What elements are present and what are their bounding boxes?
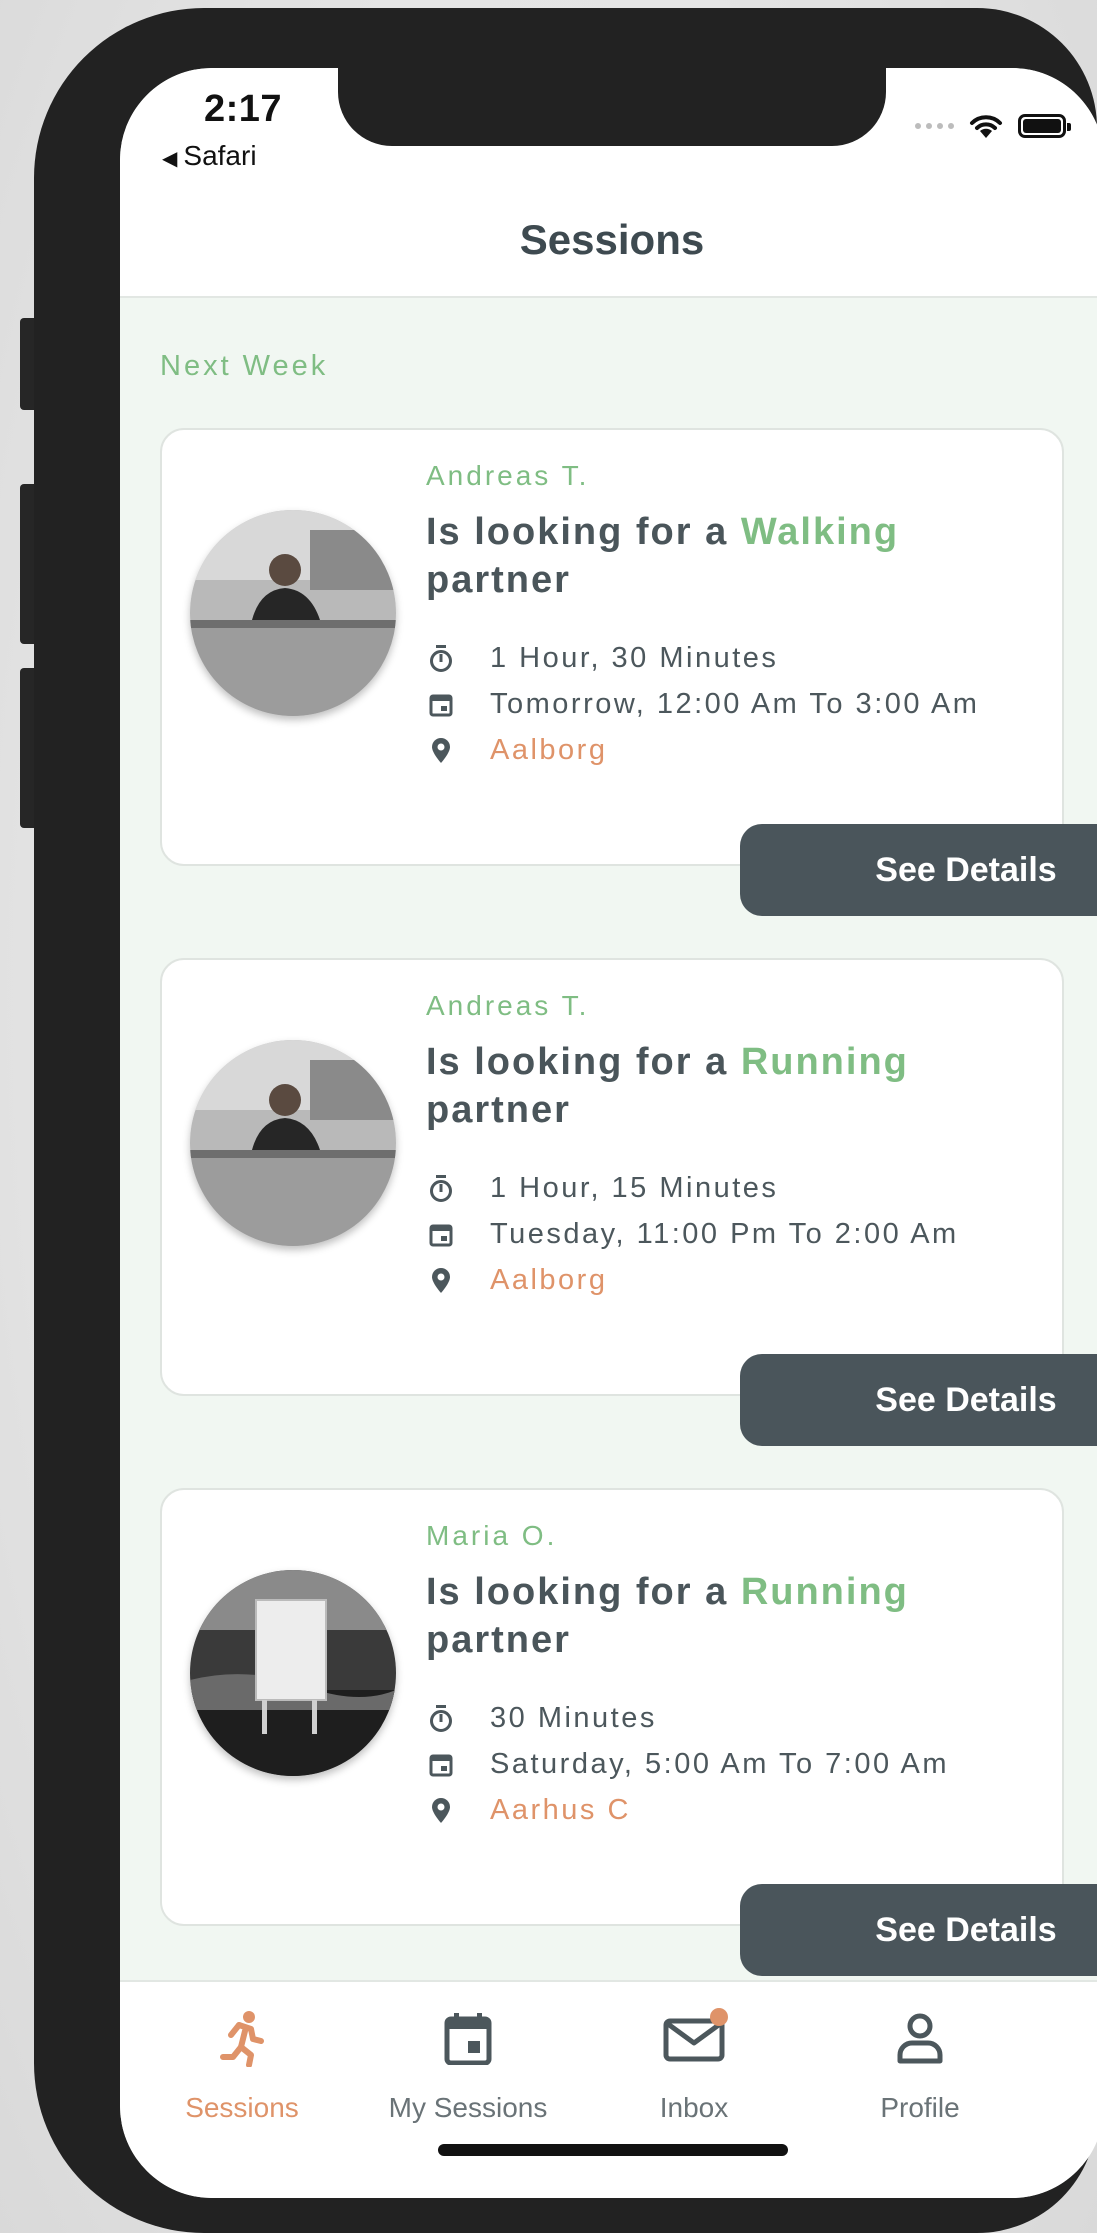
location-text: Aalborg xyxy=(490,734,608,766)
session-headline: Is looking for a Running partner xyxy=(426,1038,986,1134)
timer-icon xyxy=(426,1174,456,1204)
location-text: Aarhus C xyxy=(490,1794,631,1826)
tab-sessions[interactable]: Sessions xyxy=(142,2004,342,2124)
notification-badge xyxy=(710,2008,728,2026)
activity-type: Walking xyxy=(740,511,900,553)
status-time: 2:17 xyxy=(204,88,283,130)
tab-label: Inbox xyxy=(659,2092,729,2123)
tab-inbox[interactable]: Inbox xyxy=(594,2004,794,2124)
schedule-text: Tuesday, 11:00 Pm To 2:00 Am xyxy=(490,1218,959,1250)
tab-profile[interactable]: Profile xyxy=(820,2004,1020,2124)
headline-suffix: partner xyxy=(426,1619,571,1661)
schedule-text: Tomorrow, 12:00 Am To 3:00 Am xyxy=(490,688,980,720)
duration-text: 1 Hour, 15 Minutes xyxy=(490,1172,779,1204)
activity-type: Running xyxy=(740,1571,909,1613)
activity-type: Running xyxy=(740,1041,909,1083)
schedule-row: Tomorrow, 12:00 Am To 3:00 Am xyxy=(426,688,979,721)
tab-my-sessions[interactable]: My Sessions xyxy=(368,2004,568,2124)
location-text: Aalborg xyxy=(490,1264,608,1296)
session-headline: Is looking for a Walking partner xyxy=(426,508,986,604)
wifi-icon xyxy=(970,115,1002,138)
person-icon xyxy=(820,2004,1020,2074)
user-name: Andreas T. xyxy=(426,460,590,491)
signal-icon xyxy=(915,123,954,129)
back-to-safari[interactable]: ◀ Safari xyxy=(162,140,257,172)
headline-prefix: Is looking for a xyxy=(426,1571,729,1613)
user-name: Maria O. xyxy=(426,1520,558,1551)
duration-text: 1 Hour, 30 Minutes xyxy=(490,642,779,674)
schedule-row: Tuesday, 11:00 Pm To 2:00 Am xyxy=(426,1218,959,1251)
location-row: Aalborg xyxy=(426,734,607,767)
location-row: Aarhus C xyxy=(426,1794,631,1827)
calendar-icon xyxy=(426,1220,456,1250)
tab-bar: Sessions My Sessions Inbox Profile xyxy=(120,1980,1097,2198)
location-pin-icon xyxy=(426,1796,456,1826)
headline-suffix: partner xyxy=(426,1089,571,1131)
avatar xyxy=(190,1570,396,1776)
app-screen: 2:17 ◀ Safari Sessions Next Week Andreas… xyxy=(120,68,1097,2198)
mail-icon xyxy=(594,2004,794,2074)
location-row: Aalborg xyxy=(426,1264,607,1297)
calendar-icon xyxy=(426,690,456,720)
page-title: Sessions xyxy=(519,216,705,263)
tab-label: Profile xyxy=(880,2092,960,2123)
headline-prefix: Is looking for a xyxy=(426,1041,729,1083)
location-pin-icon xyxy=(426,1266,456,1296)
tab-label: Sessions xyxy=(185,2092,299,2123)
schedule-text: Saturday, 5:00 Am To 7:00 Am xyxy=(490,1748,950,1780)
duration-row: 1 Hour, 30 Minutes xyxy=(426,642,778,675)
tab-label: My Sessions xyxy=(388,2092,548,2123)
session-card: Andreas T. Is looking for a Walking part… xyxy=(160,428,1097,916)
phone-frame: 2:17 ◀ Safari Sessions Next Week Andreas… xyxy=(34,8,1097,2233)
session-card: Andreas T. Is looking for a Running part… xyxy=(160,958,1097,1446)
timer-icon xyxy=(426,644,456,674)
section-label: Next Week xyxy=(160,350,329,382)
calendar-icon xyxy=(368,2004,568,2074)
back-arrow-icon: ◀ xyxy=(162,148,178,170)
avatar xyxy=(190,1040,396,1246)
home-indicator xyxy=(438,2144,788,2156)
location-pin-icon xyxy=(426,736,456,766)
headline-suffix: partner xyxy=(426,559,571,601)
see-details-button[interactable]: See Details xyxy=(740,824,1097,916)
timer-icon xyxy=(426,1704,456,1734)
calendar-icon xyxy=(426,1750,456,1780)
headline-prefix: Is looking for a xyxy=(426,511,729,553)
see-details-button[interactable]: See Details xyxy=(740,1354,1097,1446)
duration-row: 30 Minutes xyxy=(426,1702,657,1735)
status-icons xyxy=(915,112,1071,140)
running-person-icon xyxy=(142,2004,342,2074)
user-name: Andreas T. xyxy=(426,990,590,1021)
session-headline: Is looking for a Running partner xyxy=(426,1568,986,1664)
duration-row: 1 Hour, 15 Minutes xyxy=(426,1172,778,1205)
back-app-label: Safari xyxy=(183,140,257,171)
avatar xyxy=(190,510,396,716)
duration-text: 30 Minutes xyxy=(490,1702,657,1734)
session-card: Maria O. Is looking for a Running partne… xyxy=(160,1488,1097,1976)
schedule-row: Saturday, 5:00 Am To 7:00 Am xyxy=(426,1748,949,1781)
battery-icon xyxy=(1018,114,1071,138)
see-details-button[interactable]: See Details xyxy=(740,1884,1097,1976)
notch xyxy=(338,68,886,146)
